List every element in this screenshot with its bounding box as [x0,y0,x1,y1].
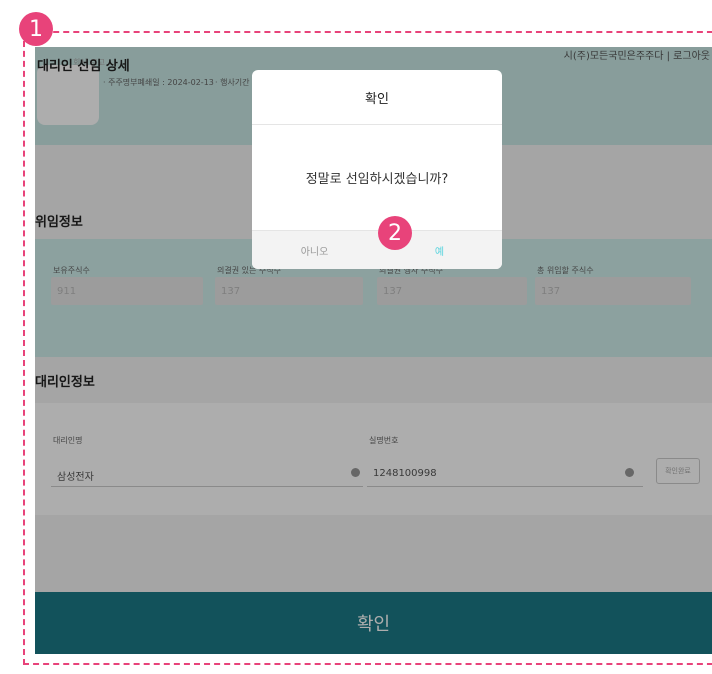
dialog-actions: 아니오 예 [252,230,502,269]
dialog-title: 확인 [252,70,502,125]
confirm-dialog: 확인 정말로 선임하시겠습니까? 아니오 예 [252,70,502,269]
dialog-no-button[interactable]: 아니오 [252,231,377,269]
callout-1-badge: 1 [19,12,53,46]
dialog-message: 정말로 선임하시겠습니까? [305,172,449,187]
callout-2-badge: 2 [378,216,412,250]
